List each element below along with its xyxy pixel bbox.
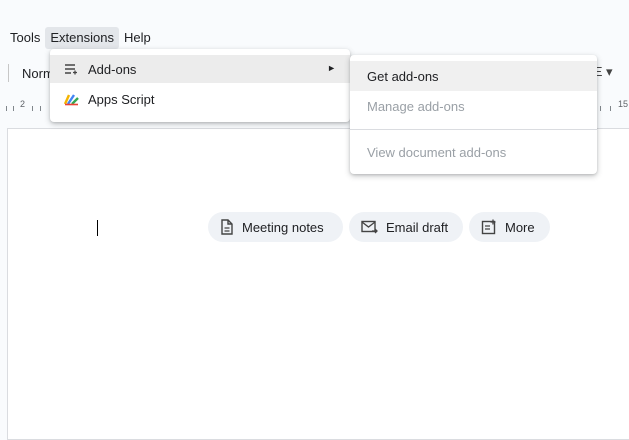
menu-divider xyxy=(350,129,597,130)
paragraph-style-select[interactable]: Norm xyxy=(22,66,54,81)
ruler-tick xyxy=(610,106,611,111)
menu-item-label: Add-ons xyxy=(88,61,137,77)
text-cursor xyxy=(97,220,98,236)
menu-item-apps-script[interactable]: Apps Script xyxy=(50,85,350,113)
ruler-tick xyxy=(13,106,14,111)
email-icon xyxy=(361,220,378,234)
submenu-arrow-icon: ► xyxy=(327,63,336,73)
more-chip[interactable]: More xyxy=(469,212,550,242)
ruler-tick xyxy=(600,106,601,111)
menu-tools[interactable]: Tools xyxy=(0,27,45,49)
menu-item-label: Apps Script xyxy=(88,91,155,107)
chip-label: Meeting notes xyxy=(242,219,324,235)
document-page[interactable] xyxy=(7,128,629,440)
menu-item-manage-add-ons[interactable]: Manage add-ons xyxy=(350,91,597,121)
addons-icon xyxy=(63,63,79,75)
meeting-notes-chip[interactable]: Meeting notes xyxy=(208,212,343,242)
more-doc-icon xyxy=(481,219,496,235)
menu-item-get-add-ons[interactable]: Get add-ons xyxy=(350,61,597,91)
add-ons-submenu: Get add-ons Manage add-ons View document… xyxy=(350,55,597,174)
email-draft-chip[interactable]: Email draft xyxy=(349,212,463,242)
document-icon xyxy=(221,219,233,235)
apps-script-icon xyxy=(63,93,79,106)
extensions-dropdown-menu: Add-ons ► Apps Script xyxy=(50,49,350,122)
menu-item-view-document-add-ons[interactable]: View document add-ons xyxy=(350,137,597,167)
menu-bar: Tools Extensions Help xyxy=(0,27,156,49)
ruler-label-right: 15 xyxy=(618,99,629,109)
toolbar-divider xyxy=(8,64,9,82)
menu-help[interactable]: Help xyxy=(119,27,156,49)
ruler-label-left: 2 xyxy=(20,99,26,109)
ruler-tick xyxy=(40,106,41,111)
menu-extensions[interactable]: Extensions xyxy=(45,27,119,49)
chip-label: Email draft xyxy=(386,219,449,235)
menu-item-add-ons[interactable]: Add-ons ► xyxy=(50,55,350,83)
chip-label: More xyxy=(505,219,535,235)
ruler-tick xyxy=(32,106,33,111)
ruler-tick xyxy=(6,106,7,111)
